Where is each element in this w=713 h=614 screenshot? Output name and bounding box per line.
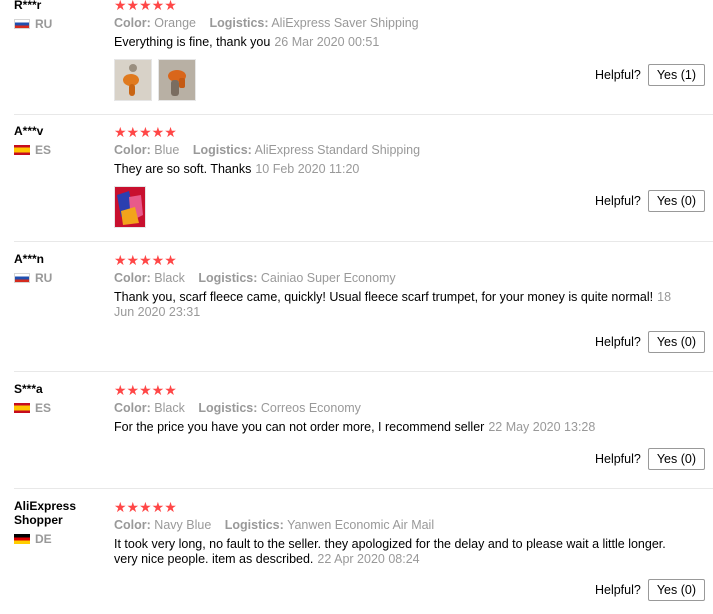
reviewer-name: R***r bbox=[14, 0, 42, 12]
review-item: A***n RU ★★★★★ Color: Black Logistics: C… bbox=[0, 242, 713, 371]
helpful-label: Helpful? bbox=[594, 194, 641, 208]
review-text: For the price you have you can not order… bbox=[114, 420, 596, 434]
country-code: ES bbox=[35, 401, 52, 415]
helpful-section: Helpful? Yes (0) bbox=[595, 190, 705, 212]
color-value: Orange bbox=[154, 16, 196, 30]
color-label: Color: bbox=[114, 143, 151, 157]
reviewer-name: A***n bbox=[14, 252, 45, 266]
review-item: AliExpress Shopper DE ★★★★★ Color: Navy … bbox=[0, 489, 713, 614]
color-value: Black bbox=[154, 401, 185, 415]
reviewer-country: DE bbox=[14, 532, 109, 546]
logistics-label: Logistics: bbox=[198, 401, 258, 415]
reviewer-country: ES bbox=[14, 143, 109, 157]
star-rating: ★★★★★ bbox=[114, 382, 177, 398]
color-label: Color: bbox=[114, 401, 151, 415]
review-date: 22 May 2020 13:28 bbox=[488, 420, 596, 434]
review-meta: Color: Navy Blue Logistics: Yanwen Econo… bbox=[114, 518, 694, 533]
reviewer-name: S***a bbox=[14, 382, 43, 396]
helpful-yes-button[interactable]: Yes (1) bbox=[647, 64, 705, 86]
country-code: RU bbox=[35, 271, 53, 285]
helpful-label: Helpful? bbox=[594, 68, 641, 82]
reviewer-country: RU bbox=[14, 271, 109, 285]
helpful-label: Helpful? bbox=[594, 335, 641, 349]
review-meta: Color: Black Logistics: Cainiao Super Ec… bbox=[114, 271, 694, 286]
logistics-value: AliExpress Standard Shipping bbox=[254, 143, 421, 157]
logistics-value: Cainiao Super Economy bbox=[260, 271, 396, 285]
review-content: ★★★★★ Color: Black Logistics: Cainiao Su… bbox=[114, 253, 694, 320]
logistics-label: Logistics: bbox=[209, 16, 269, 30]
spain-flag-icon bbox=[14, 145, 30, 155]
review-meta: Color: Black Logistics: Correos Economy bbox=[114, 401, 694, 416]
review-item: S***a ES ★★★★★ Color: Black Logistics: C… bbox=[0, 372, 713, 488]
review-date: 10 Feb 2020 11:20 bbox=[255, 162, 360, 176]
logistics-value: AliExpress Saver Shipping bbox=[271, 16, 419, 30]
helpful-label: Helpful? bbox=[594, 583, 641, 597]
helpful-label: Helpful? bbox=[594, 452, 641, 466]
reviewer-name: AliExpress Shopper bbox=[14, 499, 77, 527]
russia-flag-icon bbox=[14, 19, 30, 29]
logistics-value: Correos Economy bbox=[260, 401, 361, 415]
helpful-section: Helpful? Yes (0) bbox=[595, 448, 705, 470]
country-code: RU bbox=[35, 17, 53, 31]
reviewer-info: A***v ES bbox=[14, 124, 109, 157]
reviewer-name: A***v bbox=[14, 124, 44, 138]
review-meta: Color: Blue Logistics: AliExpress Standa… bbox=[114, 143, 694, 158]
color-label: Color: bbox=[114, 518, 151, 532]
logistics-label: Logistics: bbox=[198, 271, 258, 285]
review-content: ★★★★★ Color: Navy Blue Logistics: Yanwen… bbox=[114, 500, 694, 567]
color-value: Blue bbox=[154, 143, 180, 157]
country-code: DE bbox=[35, 532, 52, 546]
review-text: It took very long, no fault to the selle… bbox=[114, 537, 666, 566]
helpful-section: Helpful? Yes (1) bbox=[595, 64, 705, 86]
color-label: Color: bbox=[114, 16, 151, 30]
star-rating: ★★★★★ bbox=[114, 252, 177, 268]
country-code: ES bbox=[35, 143, 52, 157]
helpful-yes-button[interactable]: Yes (0) bbox=[647, 190, 705, 212]
reviewer-info: R***r RU bbox=[14, 0, 109, 31]
logistics-label: Logistics: bbox=[192, 143, 252, 157]
star-rating: ★★★★★ bbox=[114, 124, 177, 140]
helpful-yes-button[interactable]: Yes (0) bbox=[647, 331, 705, 353]
star-rating: ★★★★★ bbox=[114, 499, 177, 515]
review-meta: Color: Orange Logistics: AliExpress Save… bbox=[114, 16, 694, 31]
review-text: They are so soft. Thanks 10 Feb 2020 11:2… bbox=[114, 162, 360, 176]
review-photo-thumbnail[interactable] bbox=[158, 59, 196, 101]
review-photo-thumbnail[interactable] bbox=[114, 59, 152, 101]
reviewer-info: A***n RU bbox=[14, 252, 109, 285]
germany-flag-icon bbox=[14, 534, 30, 544]
helpful-section: Helpful? Yes (0) bbox=[595, 579, 705, 601]
helpful-yes-button[interactable]: Yes (0) bbox=[647, 448, 705, 470]
review-item: R***r RU ★★★★★ Color: Orange Logistics: … bbox=[0, 0, 713, 114]
review-item: A***v ES ★★★★★ Color: Blue Logistics: Al… bbox=[0, 115, 713, 241]
logistics-value: Yanwen Economic Air Mail bbox=[287, 518, 435, 532]
review-text: Everything is fine, thank you 26 Mar 2020… bbox=[114, 35, 380, 49]
reviewer-info: AliExpress Shopper DE bbox=[14, 499, 109, 546]
reviewer-country: ES bbox=[14, 401, 109, 415]
star-rating: ★★★★★ bbox=[114, 0, 177, 13]
reviewer-country: RU bbox=[14, 17, 109, 31]
helpful-section: Helpful? Yes (0) bbox=[595, 331, 705, 353]
color-value: Black bbox=[154, 271, 185, 285]
review-text: Thank you, scarf fleece came, quickly! U… bbox=[114, 290, 672, 319]
color-label: Color: bbox=[114, 271, 151, 285]
review-date: 26 Mar 2020 00:51 bbox=[274, 35, 380, 49]
logistics-label: Logistics: bbox=[224, 518, 284, 532]
color-value: Navy Blue bbox=[154, 518, 212, 532]
review-date: 22 Apr 2020 08:24 bbox=[317, 552, 420, 566]
review-content: ★★★★★ Color: Blue Logistics: AliExpress … bbox=[114, 125, 694, 228]
helpful-yes-button[interactable]: Yes (0) bbox=[647, 579, 705, 601]
review-content: ★★★★★ Color: Black Logistics: Correos Ec… bbox=[114, 383, 694, 435]
reviewer-info: S***a ES bbox=[14, 382, 109, 415]
spain-flag-icon bbox=[14, 403, 30, 413]
review-photo-thumbnail[interactable] bbox=[114, 186, 146, 228]
russia-flag-icon bbox=[14, 273, 30, 283]
